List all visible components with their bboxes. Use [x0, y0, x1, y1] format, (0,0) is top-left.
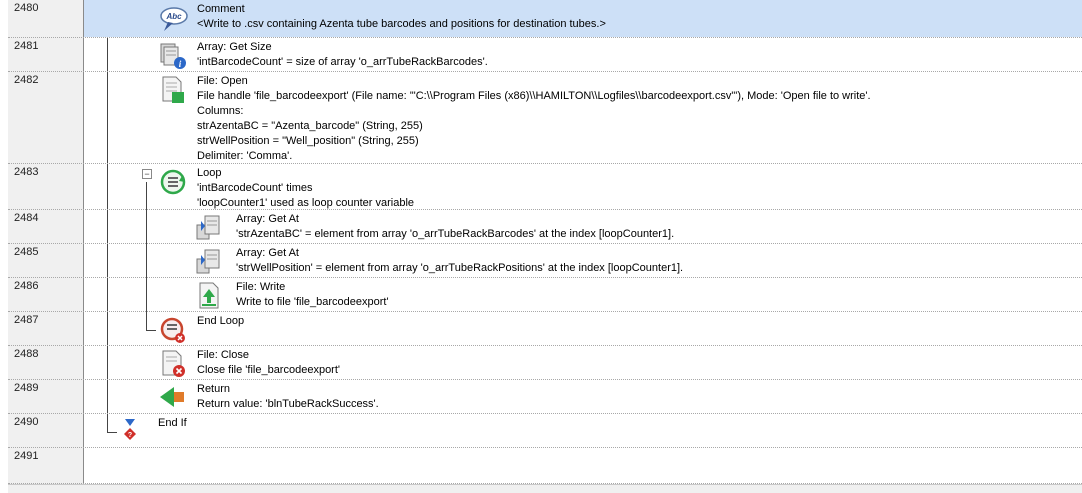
method-editor: 2480 Abc Comment <Write to .csv containi… — [8, 0, 1082, 493]
step-detail: Columns: — [197, 105, 244, 117]
array-get-at-icon — [196, 249, 220, 274]
step-detail: 'strAzentaBC' = element from array 'o_ar… — [236, 228, 675, 240]
step-detail: Close file 'file_barcodeexport' — [197, 364, 340, 376]
step-row[interactable]: 2480 Abc Comment <Write to .csv containi… — [8, 0, 1082, 38]
line-number: 2485 — [14, 246, 39, 258]
step-row[interactable]: 2491 — [8, 448, 1082, 484]
collapse-toggle[interactable]: − — [142, 169, 152, 179]
array-get-at-icon — [196, 215, 220, 240]
svg-text:Abc: Abc — [165, 12, 182, 21]
loop-icon — [160, 169, 186, 195]
step-detail: 'intBarcodeCount' = size of array 'o_arr… — [197, 56, 488, 68]
step-title: File: Open — [197, 75, 248, 87]
step-row[interactable]: 2488 File: Close Close file 'file_barcod… — [8, 346, 1082, 380]
line-number: 2483 — [14, 166, 39, 178]
step-title: Array: Get Size — [197, 41, 272, 53]
step-title: End If — [158, 417, 187, 429]
step-title: Return — [197, 383, 231, 395]
array-size-icon: i — [160, 43, 186, 69]
step-detail: Delimiter: 'Comma'. — [197, 150, 293, 162]
step-title: Comment — [197, 3, 245, 15]
return-icon — [160, 387, 184, 407]
line-number: 2481 — [14, 40, 39, 52]
line-number: 2482 — [14, 74, 39, 86]
step-row[interactable]: 2485 Array: Get At 'strWellPosition' = e… — [8, 244, 1082, 278]
step-row[interactable]: 2483 − Loop 'intBarcodeCount' times 'loo… — [8, 164, 1082, 210]
step-title: File: Close — [197, 349, 249, 361]
step-detail: 'strWellPosition' = element from array '… — [236, 262, 684, 274]
step-detail: Return value: 'blnTubeRackSuccess'. — [197, 398, 379, 410]
step-title: Array: Get At — [236, 247, 299, 259]
step-row[interactable]: 2490 ? End If — [8, 414, 1082, 448]
line-number: 2480 — [14, 2, 39, 14]
step-detail: File handle 'file_barcodeexport' (File n… — [197, 90, 871, 102]
file-write-icon — [199, 282, 219, 309]
end-if-icon: ? — [124, 419, 136, 440]
file-open-icon — [162, 76, 184, 103]
line-number: 2487 — [14, 314, 39, 326]
file-close-icon — [162, 350, 185, 377]
step-title: End Loop — [197, 315, 245, 327]
step-row[interactable]: 2482 File: Open File handle 'file_barcod… — [8, 72, 1082, 164]
step-detail: strWellPosition = "Well_position" (Strin… — [197, 135, 419, 147]
step-title: File: Write — [236, 281, 286, 293]
step-title: Loop — [197, 167, 222, 179]
step-row[interactable]: 2489 Return Return value: 'blnTubeRackSu… — [8, 380, 1082, 414]
step-row[interactable]: 2487 End Loop — [8, 312, 1082, 346]
step-detail: strAzentaBC = "Azenta_barcode" (String, … — [197, 120, 423, 132]
line-number: 2488 — [14, 348, 39, 360]
step-detail: <Write to .csv containing Azenta tube ba… — [197, 18, 606, 30]
line-number: 2489 — [14, 382, 39, 394]
comment-icon: Abc — [160, 7, 188, 31]
line-number: 2491 — [14, 450, 39, 462]
end-loop-icon — [160, 317, 185, 343]
horizontal-scrollbar[interactable] — [8, 484, 1082, 493]
line-number: 2490 — [14, 416, 39, 428]
left-gutter — [0, 0, 8, 493]
step-detail: 'loopCounter1' used as loop counter vari… — [197, 197, 415, 209]
line-number: 2486 — [14, 280, 39, 292]
step-row[interactable]: 2481 i Array: Get Size 'intBarcodeCount'… — [8, 38, 1082, 72]
step-detail: 'intBarcodeCount' times — [197, 182, 313, 194]
line-number: 2484 — [14, 212, 39, 224]
svg-text:?: ? — [128, 432, 132, 439]
step-row[interactable]: 2486 File: Write Write to file 'file_bar… — [8, 278, 1082, 312]
step-row[interactable]: 2484 Array: Get At 'strAzentaBC' = eleme… — [8, 210, 1082, 244]
step-detail: Write to file 'file_barcodeexport' — [236, 296, 389, 308]
step-title: Array: Get At — [236, 213, 299, 225]
